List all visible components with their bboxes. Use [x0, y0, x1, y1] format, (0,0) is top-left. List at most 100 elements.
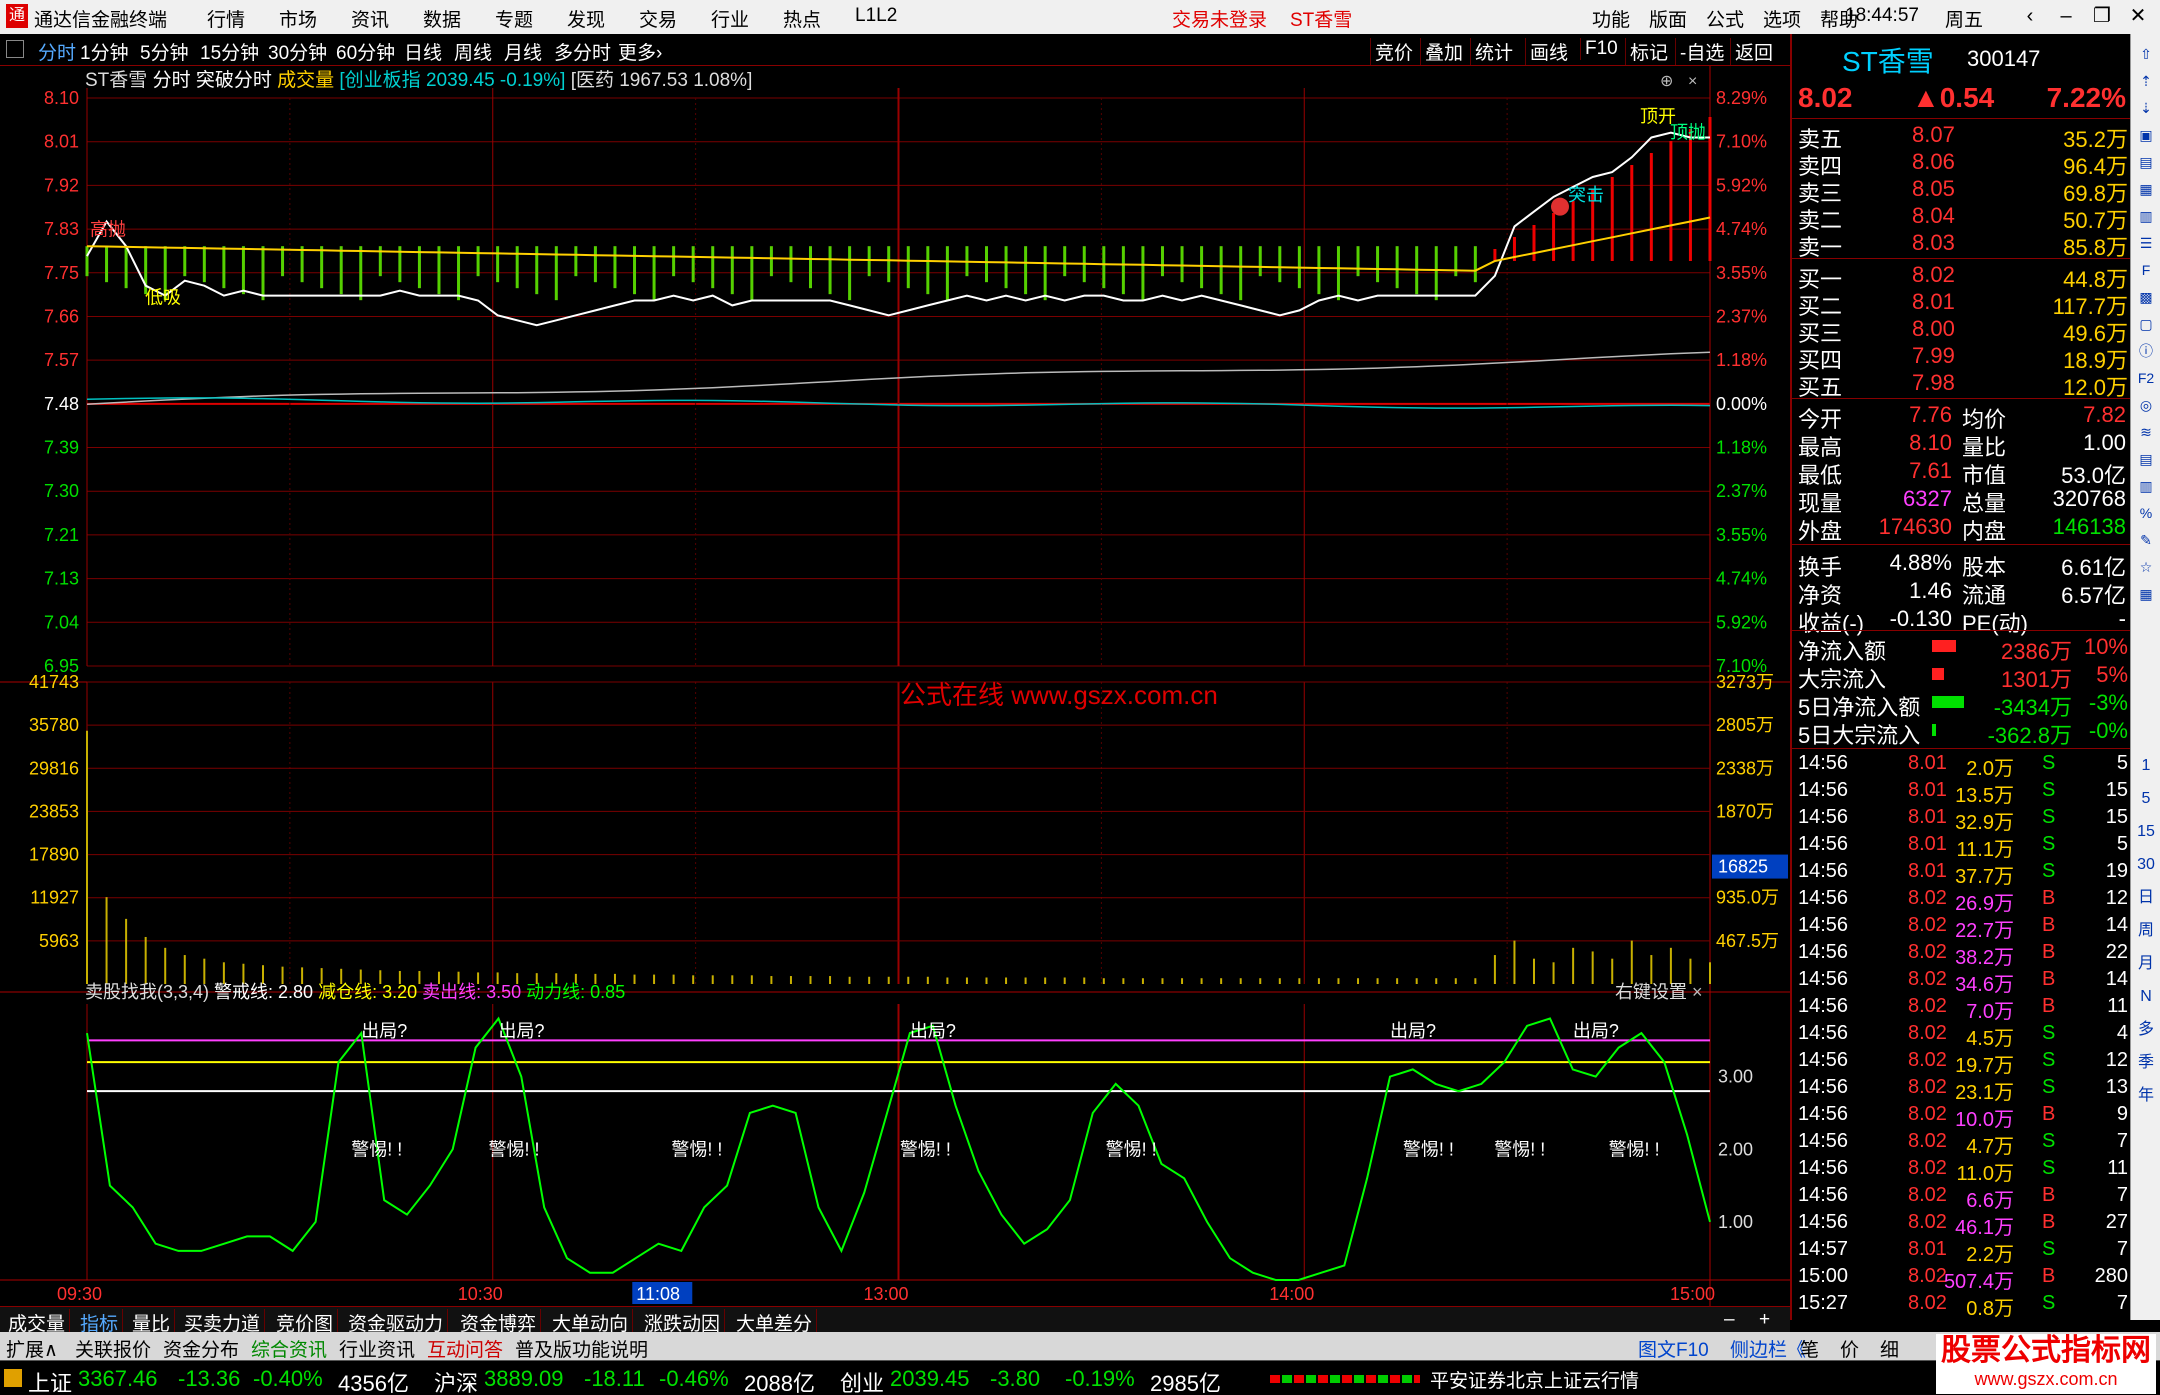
toolbar-right-7[interactable]: 返回 — [1730, 38, 1773, 65]
wave-icon[interactable]: ≋ — [2134, 420, 2158, 444]
ext-right-1[interactable]: 侧边栏《 — [1730, 1335, 1806, 1362]
tab-minus-icon[interactable]: – — [1720, 1309, 1739, 1331]
circle-icon[interactable]: ◎ — [2134, 393, 2158, 417]
side-period-5[interactable]: 周 — [2134, 919, 2158, 943]
layer-icon[interactable]: ▦ — [2134, 582, 2158, 606]
ext-tab-2[interactable]: 资金分布 — [163, 1335, 239, 1362]
price-annotation: 低吸 — [145, 288, 181, 308]
status-name[interactable]: 上证 — [28, 1366, 72, 1395]
ext-tab-3[interactable]: 综合资讯 — [251, 1335, 327, 1362]
tick-vol: 11.1万 — [1956, 839, 2014, 861]
menu-5[interactable]: 发现 — [567, 5, 605, 32]
chart-area[interactable]: 8.10 8.29% 8.01 7.10% 7.92 5.92% 7.83 4.74% 7.75… — [0, 66, 1790, 1306]
ext-tab-4[interactable]: 行业资讯 — [339, 1335, 415, 1362]
doc-icon[interactable]: ▢ — [2134, 312, 2158, 336]
right-menu-3[interactable]: 选项 — [1763, 5, 1801, 32]
trend-icon[interactable]: ▦ — [2134, 177, 2158, 201]
side-period-8[interactable]: 多 — [2134, 1018, 2158, 1042]
side-period-1[interactable]: 5 — [2134, 787, 2158, 811]
up-icon[interactable]: ⇡ — [2134, 69, 2158, 93]
status-name[interactable]: 沪深 — [434, 1366, 478, 1395]
chart-canvas[interactable]: 8.10 8.29% 8.01 7.10% 7.92 5.92% 7.83 4.74% 7.75… — [0, 66, 1790, 1306]
list-icon[interactable]: ☰ — [2134, 231, 2158, 255]
menu-4[interactable]: 专题 — [495, 5, 533, 32]
side-period-7[interactable]: N — [2134, 985, 2158, 1009]
restore-icon[interactable]: ❐ — [2084, 2, 2120, 30]
toolbar-right-3[interactable]: 画线 — [1525, 38, 1568, 65]
menu-3[interactable]: 数据 — [423, 5, 461, 32]
period-1[interactable]: 1分钟 — [80, 38, 129, 65]
ext-tab-1[interactable]: 关联报价 — [75, 1335, 151, 1362]
indicator-setting[interactable]: 右键设置 — [1615, 982, 1687, 1002]
minimize-icon[interactable]: – — [2048, 2, 2084, 30]
close-icon[interactable]: ✕ — [2120, 2, 2156, 30]
toolbar-right-4[interactable]: F10 — [1580, 38, 1618, 60]
menu-9[interactable]: L1L2 — [855, 5, 897, 27]
down-icon[interactable]: ⇣ — [2134, 96, 2158, 120]
ext-right-2[interactable]: 笔 — [1800, 1335, 1819, 1362]
panel-toggle-icon[interactable] — [6, 40, 24, 58]
toolbar-right-2[interactable]: 统计 — [1470, 38, 1513, 65]
period-9[interactable]: 多分时 — [554, 38, 611, 65]
period-7[interactable]: 周线 — [454, 38, 492, 65]
tick-side: B — [2042, 941, 2056, 963]
side-period-6[interactable]: 月 — [2134, 952, 2158, 976]
side-period-2[interactable]: 15 — [2134, 820, 2158, 844]
grid-icon[interactable]: ▩ — [2134, 285, 2158, 309]
status-name[interactable]: 创业 — [840, 1366, 884, 1395]
ext-tab-5[interactable]: 互动问答 — [427, 1335, 503, 1362]
ext-right-3[interactable]: 价 — [1840, 1335, 1859, 1362]
menu-8[interactable]: 热点 — [783, 5, 821, 32]
back-icon[interactable]: ‹ — [2012, 2, 2048, 30]
right-menu-2[interactable]: 公式 — [1706, 5, 1744, 32]
period-3[interactable]: 15分钟 — [200, 38, 259, 65]
period-6[interactable]: 日线 — [404, 38, 442, 65]
chart-close-icon[interactable]: × — [1688, 73, 1697, 90]
chart-icon[interactable]: ▣ — [2134, 123, 2158, 147]
login-status[interactable]: 交易未登录 — [1172, 5, 1267, 32]
stack-icon[interactable]: ▤ — [2134, 447, 2158, 471]
chart-zoom-icon[interactable]: ⊕ — [1660, 73, 1673, 90]
toolbar-right-0[interactable]: 竞价 — [1370, 38, 1413, 65]
up-arrow-icon[interactable]: ⇧ — [2134, 42, 2158, 66]
menu-6[interactable]: 交易 — [639, 5, 677, 32]
right-menu-1[interactable]: 版面 — [1649, 5, 1687, 32]
ext-tab-6[interactable]: 普及版功能说明 — [515, 1335, 648, 1362]
market-icon[interactable] — [4, 1369, 22, 1387]
period-5[interactable]: 60分钟 — [336, 38, 395, 65]
period-10[interactable]: 更多› — [618, 38, 662, 65]
indicator-param: 减仓线: 3.20 — [318, 982, 422, 1002]
menu-1[interactable]: 市场 — [279, 5, 317, 32]
bar-icon[interactable]: ▥ — [2134, 204, 2158, 228]
toolbar-right-6[interactable]: -自选 — [1675, 38, 1724, 65]
menu-7[interactable]: 行业 — [711, 5, 749, 32]
right-menu-0[interactable]: 功能 — [1592, 5, 1630, 32]
indicator-close-icon[interactable]: × — [1692, 982, 1703, 1002]
percent-icon[interactable]: % — [2134, 501, 2158, 525]
tick-side: S — [2042, 779, 2056, 801]
period-4[interactable]: 30分钟 — [268, 38, 327, 65]
side-period-4[interactable]: 日 — [2134, 886, 2158, 910]
side-period-0[interactable]: 1 — [2134, 754, 2158, 778]
zoom-icon[interactable]: F2 — [2134, 366, 2158, 390]
menu-0[interactable]: 行情 — [207, 5, 245, 32]
tab-plus-icon[interactable]: + — [1755, 1309, 1774, 1331]
toolbar-right-5[interactable]: 标记 — [1625, 38, 1668, 65]
period-8[interactable]: 月线 — [504, 38, 542, 65]
side-period-9[interactable]: 季 — [2134, 1051, 2158, 1075]
ladder-icon[interactable]: ▥ — [2134, 474, 2158, 498]
menu-2[interactable]: 资讯 — [351, 5, 389, 32]
star-icon[interactable]: ☆ — [2134, 555, 2158, 579]
period-2[interactable]: 5分钟 — [140, 38, 189, 65]
side-period-3[interactable]: 30 — [2134, 853, 2158, 877]
f10-icon[interactable]: F — [2134, 258, 2158, 282]
table-icon[interactable]: ▤ — [2134, 150, 2158, 174]
pencil-icon[interactable]: ✎ — [2134, 528, 2158, 552]
side-period-10[interactable]: 年 — [2134, 1084, 2158, 1108]
period-0[interactable]: 分时 — [38, 38, 76, 65]
toolbar-right-1[interactable]: 叠加 — [1420, 38, 1463, 65]
ext-right-4[interactable]: 细 — [1880, 1335, 1899, 1362]
info-icon[interactable]: ⓘ — [2134, 339, 2158, 363]
ext-tab-0[interactable]: 扩展∧ — [6, 1335, 58, 1362]
ext-right-0[interactable]: 图文F10 — [1638, 1335, 1709, 1362]
